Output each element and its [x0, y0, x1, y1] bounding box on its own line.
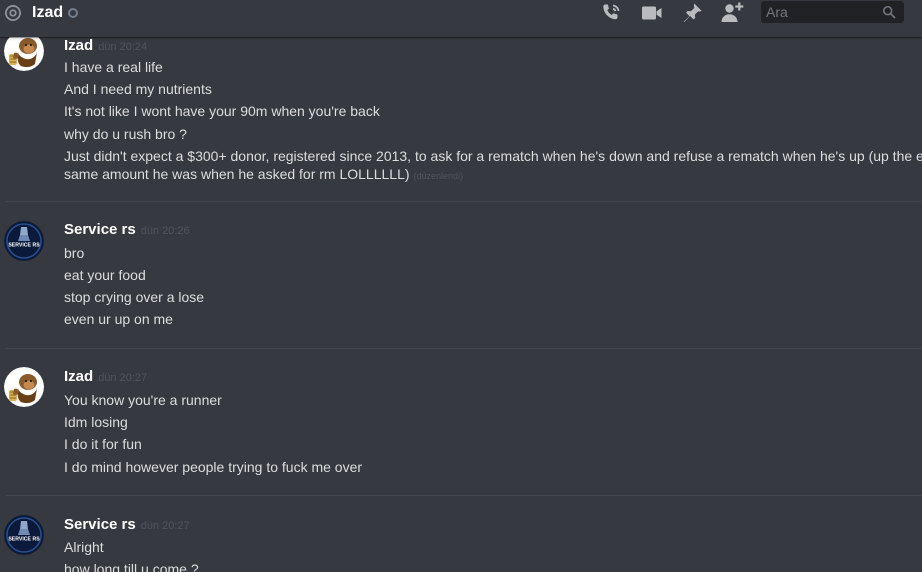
- avatar-logo-text: SERVICE RS: [8, 243, 40, 249]
- channel-name: Izad: [32, 4, 64, 21]
- at-icon: [5, 5, 21, 21]
- message-line: You know you're a runner: [64, 392, 222, 408]
- service-rs-avatar[interactable]: SERVICE RS: [4, 515, 44, 555]
- message-author[interactable]: Izad dün 20:24: [64, 37, 147, 56]
- message-line: It's not like I wont have your 90m when …: [64, 103, 380, 119]
- edited-label: (düzenlendi): [413, 171, 464, 181]
- author-name[interactable]: Izad: [64, 37, 93, 54]
- message-group: Izad dün 20:24 I have a real life And I n…: [0, 37, 922, 191]
- message-group: SERVICE RS Service rs dün 20:27 Alright h…: [0, 515, 922, 572]
- message-author[interactable]: Izad dün 20:27: [64, 368, 147, 387]
- message-line: eat your food: [64, 267, 146, 283]
- message-line: why do u rush bro ?: [64, 126, 187, 142]
- search-input[interactable]: [761, 1, 876, 23]
- message-timestamp: dün 20:26: [140, 225, 190, 237]
- ape-avatar[interactable]: [4, 37, 44, 71]
- message-timestamp: dün 20:24: [98, 41, 148, 53]
- message-line-wrapped: same amount he was when he asked for rm …: [64, 165, 463, 185]
- avatar-logo-text: SERVICE RS: [8, 537, 40, 543]
- message-line: how long till u come ?: [64, 561, 199, 572]
- channel-header: Izad: [0, 0, 922, 37]
- message-divider: [6, 348, 922, 349]
- search-icon[interactable]: [882, 5, 896, 19]
- message-line: I do it for fun: [64, 436, 142, 452]
- author-name[interactable]: Service rs: [64, 516, 136, 533]
- offline-status-icon: [68, 8, 78, 18]
- message-line: And I need my nutrients: [64, 81, 212, 97]
- add-friend-icon[interactable]: [720, 1, 744, 25]
- message-timestamp: dün 20:27: [98, 372, 148, 384]
- dm-window: Izad Ara Izad dün 20:24 I have a real li…: [0, 0, 922, 572]
- ape-avatar[interactable]: [4, 367, 44, 407]
- message-line: stop crying over a lose: [64, 289, 205, 305]
- message-group: SERVICE RS Service rs dün 20:26 bro eat y…: [0, 221, 922, 331]
- video-call-icon[interactable]: [640, 1, 664, 25]
- message-divider: [6, 201, 922, 202]
- message-divider: [6, 495, 922, 496]
- pin-icon[interactable]: [680, 1, 704, 25]
- message-timestamp: dün 20:27: [140, 520, 190, 532]
- message-line-text: same amount he was when he asked for rm …: [64, 166, 410, 182]
- message-author[interactable]: Service rs dün 20:26: [64, 221, 190, 240]
- service-rs-avatar[interactable]: SERVICE RS: [4, 221, 44, 261]
- message-list[interactable]: Izad dün 20:24 I have a real life And I n…: [0, 37, 922, 572]
- message-line: bro: [64, 245, 85, 261]
- message-line: even ur up on me: [64, 311, 173, 327]
- message-group: Izad dün 20:27 You know you're a runner I…: [0, 367, 922, 482]
- message-author[interactable]: Service rs dün 20:27: [64, 516, 190, 535]
- message-line: Alright: [64, 539, 104, 555]
- message-line: Idm losing: [64, 414, 128, 430]
- voice-call-icon[interactable]: [599, 1, 623, 25]
- author-name[interactable]: Izad: [64, 368, 93, 385]
- search-box[interactable]: [761, 1, 904, 23]
- message-line: Just didn't expect a $300+ donor, regist…: [64, 148, 922, 164]
- author-name[interactable]: Service rs: [64, 221, 136, 238]
- message-line: I have a real life: [64, 59, 163, 75]
- message-line: I do mind however people trying to fuck …: [64, 459, 363, 475]
